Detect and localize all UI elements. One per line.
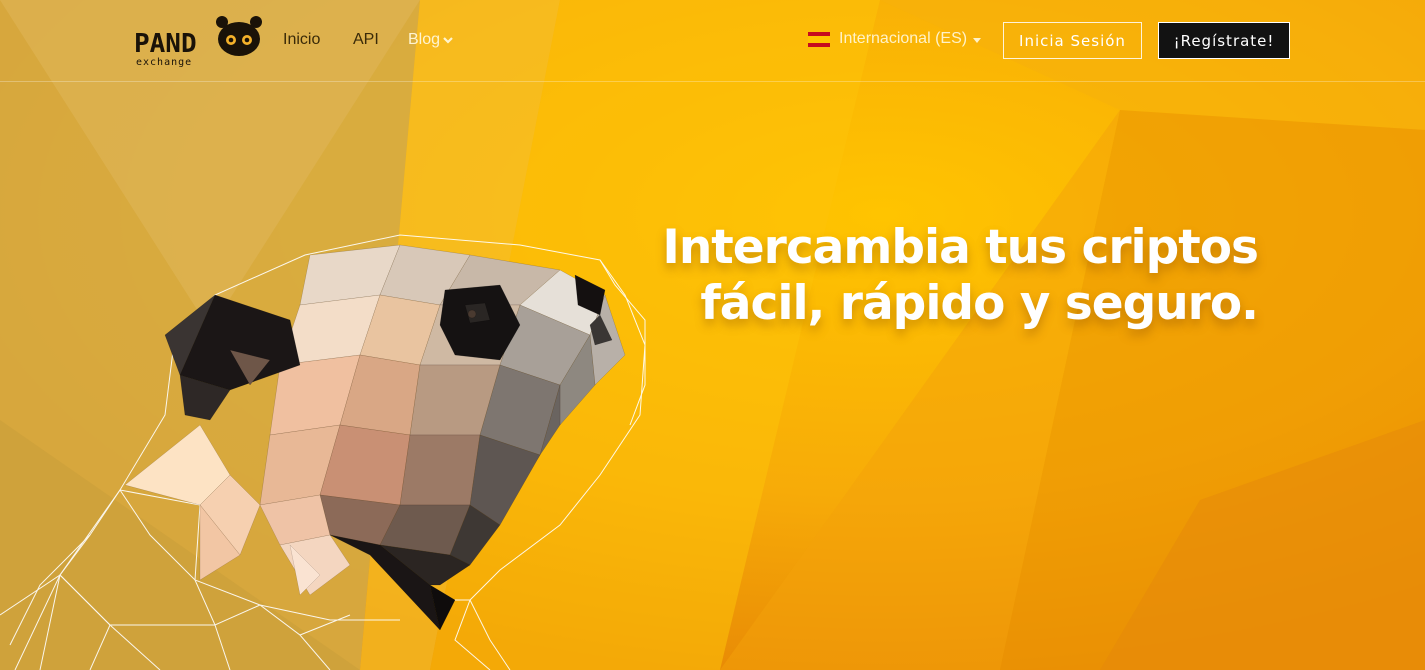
register-button[interactable]: ¡Regístrate! [1158,22,1290,59]
logo-subtitle: exchange [136,57,192,68]
chevron-down-icon [443,29,453,51]
panda-illustration [0,234,646,670]
caret-down-icon [973,38,982,43]
hero-headline: Intercambia tus criptos fácil, rápido y … [618,220,1259,332]
language-selector[interactable]: Internacional (ES) [808,27,982,51]
hero-headline-line-2: fácil, rápido y seguro. [700,276,1259,331]
spain-flag-icon [808,31,830,47]
top-navbar: PAND exchange Inicio API Blog Internacio… [0,0,1425,82]
nav-blog-dropdown[interactable]: Blog [408,29,453,51]
nav-blog-label: Blog [408,31,441,49]
nav-inicio-link[interactable]: Inicio [283,29,320,51]
nav-api-link[interactable]: API [353,29,379,51]
language-label: Internacional (ES) [839,30,968,47]
login-button[interactable]: Inicia Sesión [1003,22,1142,59]
hero-headline-line-1: Intercambia tus criptos [662,220,1259,275]
panda-exchange-logo[interactable]: PAND exchange [134,12,264,68]
logo-wordmark: PAND [134,29,197,59]
